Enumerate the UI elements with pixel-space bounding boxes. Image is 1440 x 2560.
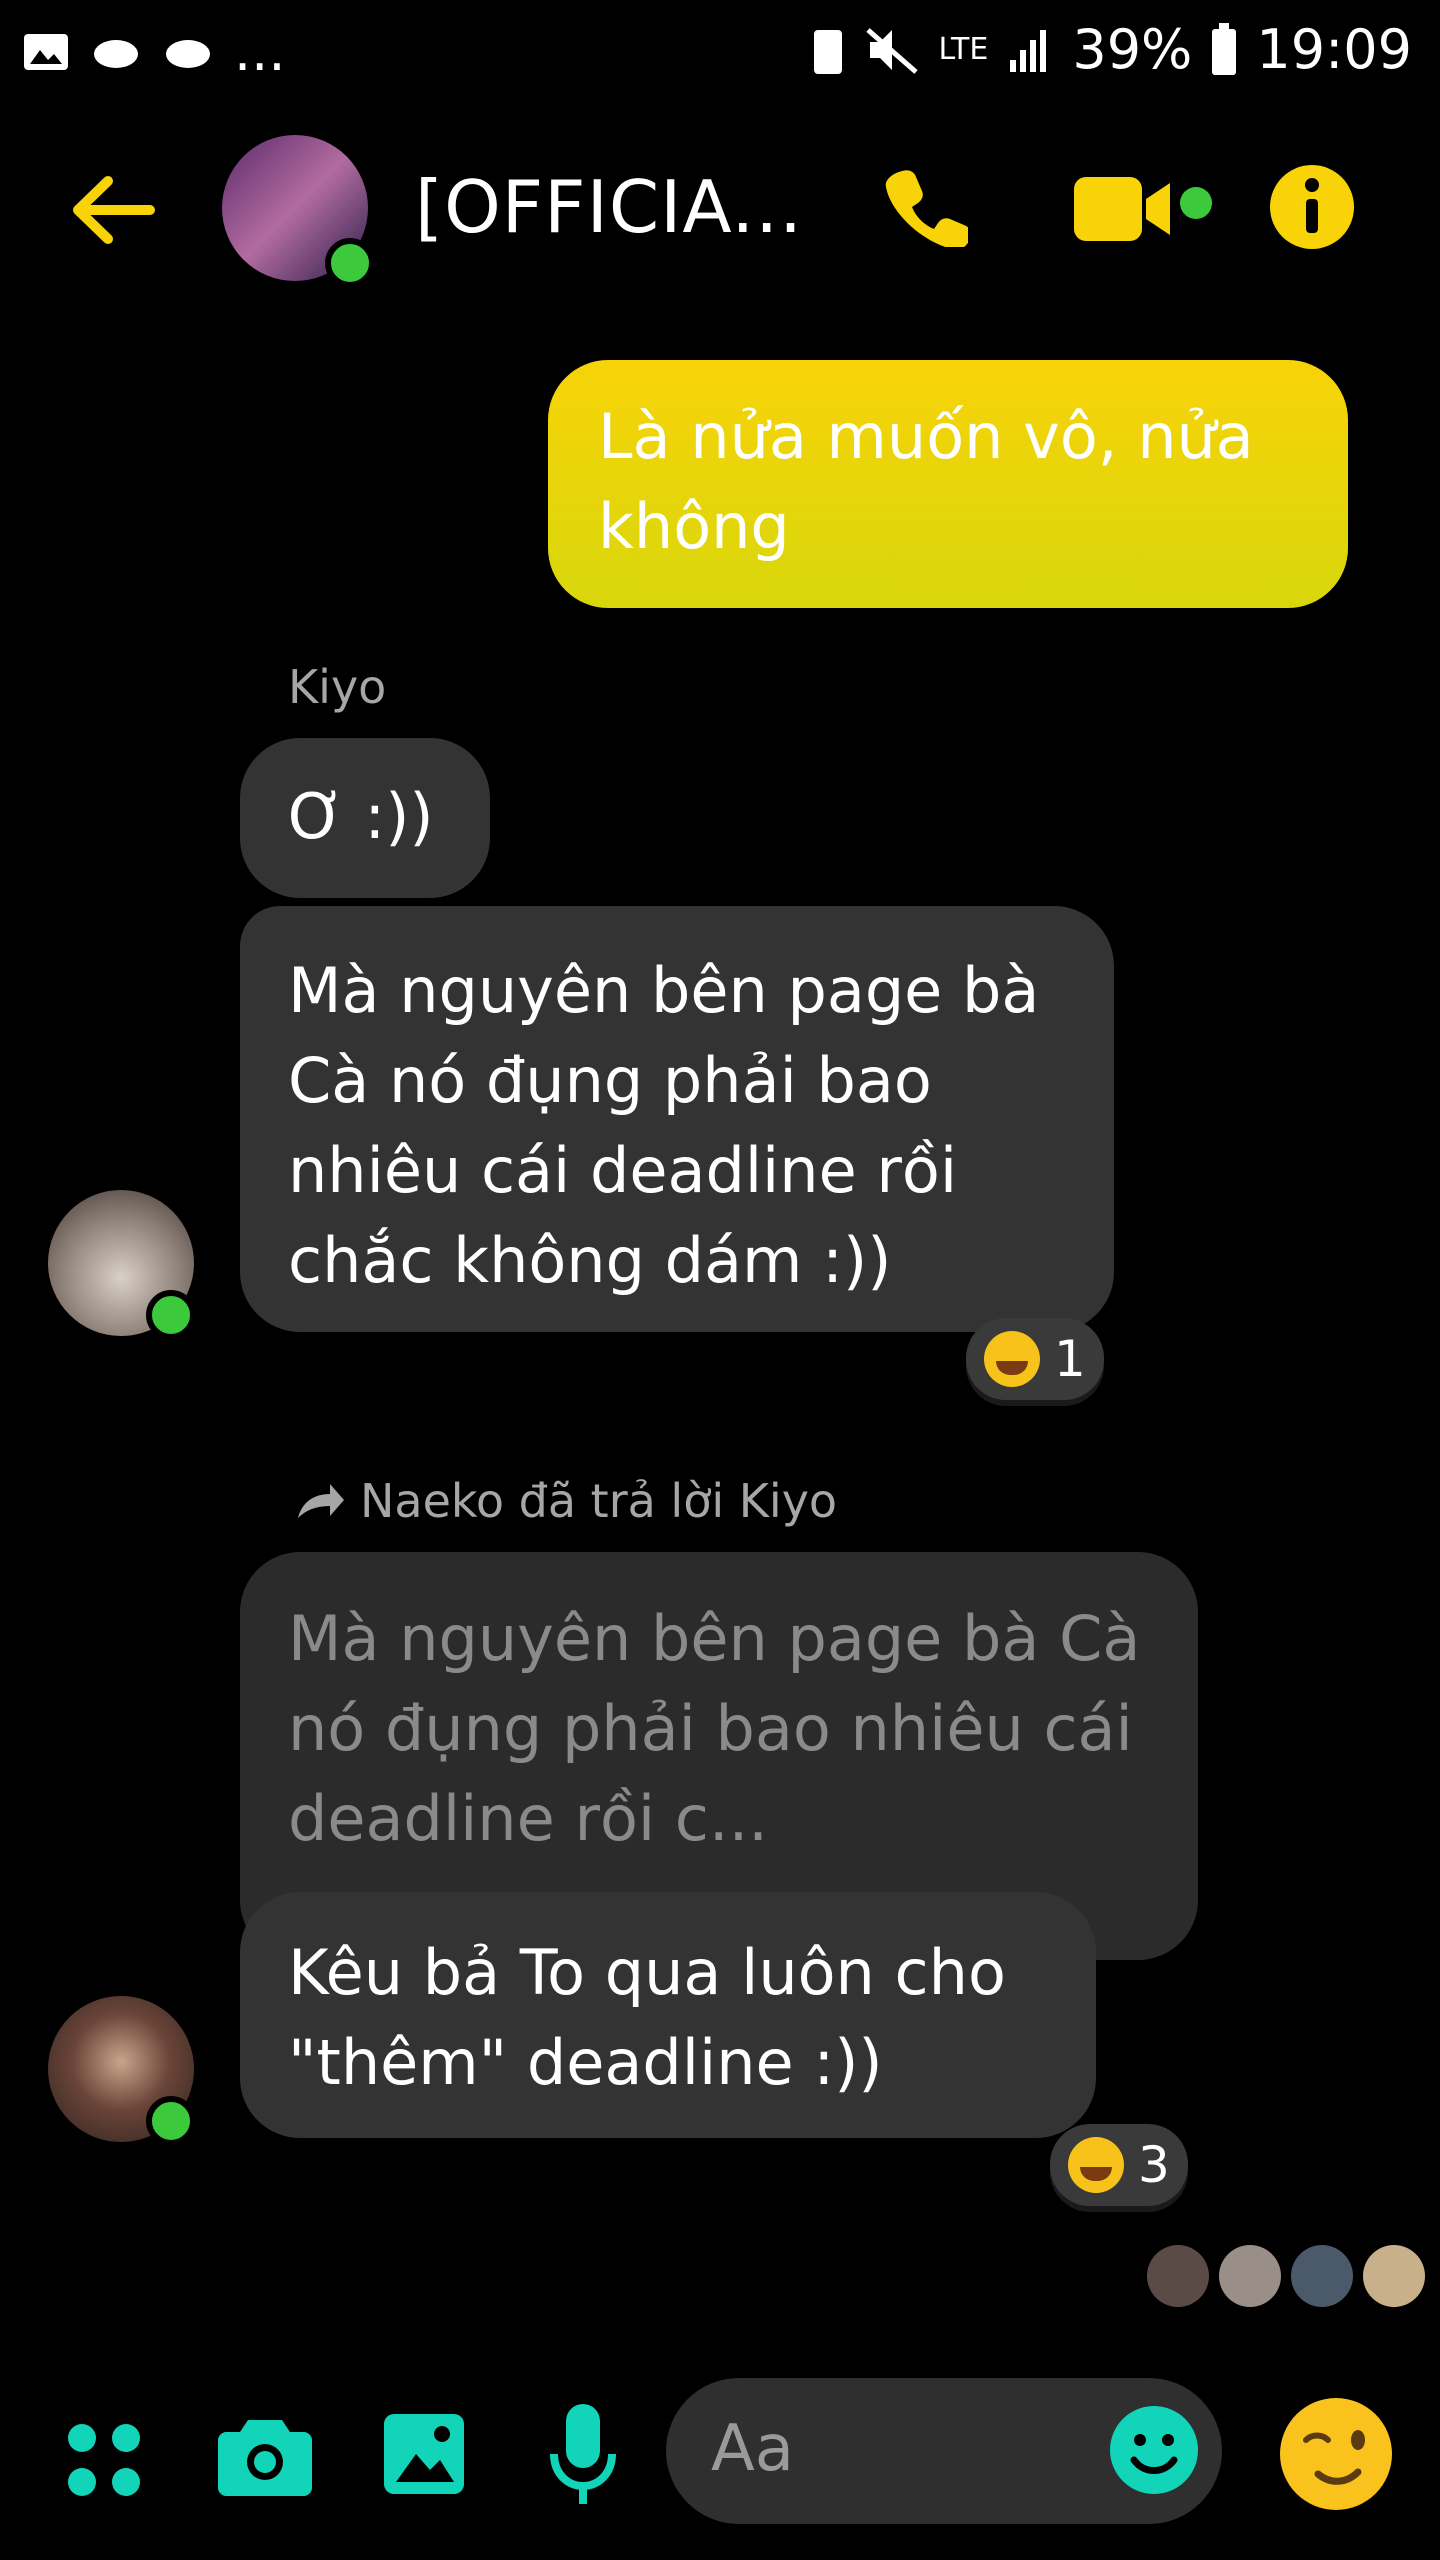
incoming-message[interactable]: Mà nguyên bên page bà Cà nó đụng phải ba… bbox=[240, 906, 1114, 1332]
clock: 19:09 bbox=[1256, 18, 1412, 81]
wink-emoji-icon[interactable] bbox=[1278, 2396, 1394, 2512]
quoted-message-text: Mà nguyên bên page bà Cà nó đụng phải ba… bbox=[288, 1602, 1141, 1855]
reply-note: Naeko đã trả lời Kiyo bbox=[294, 1474, 837, 1528]
image-icon bbox=[24, 33, 68, 70]
avatar bbox=[1363, 2245, 1425, 2307]
network-type: LTE bbox=[938, 32, 989, 67]
sender-name: Kiyo bbox=[288, 660, 387, 714]
incoming-message[interactable]: Kêu bả To qua luôn cho "thêm" deadline :… bbox=[240, 1892, 1096, 2138]
seen-by-avatars bbox=[1147, 2245, 1425, 2307]
back-arrow-icon[interactable] bbox=[68, 175, 156, 245]
battery-percent: 39% bbox=[1072, 18, 1193, 81]
signal-icon bbox=[1010, 29, 1047, 72]
message-text: Kêu bả To qua luôn cho "thêm" deadline :… bbox=[288, 1936, 1006, 2099]
cloud-icon bbox=[166, 39, 210, 68]
avatar bbox=[1291, 2245, 1353, 2307]
info-icon[interactable] bbox=[1268, 163, 1356, 251]
incoming-message[interactable]: Ơ :)) bbox=[240, 738, 490, 898]
mute-icon bbox=[866, 27, 919, 74]
online-indicator bbox=[146, 2096, 196, 2146]
recycle-icon bbox=[814, 29, 843, 74]
avatar bbox=[1219, 2245, 1281, 2307]
message-input-placeholder: Aa bbox=[711, 2412, 794, 2486]
chat-title[interactable]: [OFFICIA... bbox=[415, 165, 803, 249]
video-online-dot bbox=[1180, 187, 1212, 219]
online-indicator bbox=[325, 238, 375, 288]
video-camera-icon[interactable] bbox=[1072, 173, 1172, 245]
camera-icon[interactable] bbox=[218, 2412, 312, 2496]
reply-arrow-icon bbox=[298, 1484, 344, 1518]
message-text: Ơ :)) bbox=[288, 780, 434, 853]
chat-header: [OFFICIA... bbox=[0, 105, 1440, 315]
gallery-icon[interactable] bbox=[382, 2412, 466, 2496]
outgoing-message-text: Là nửa muốn vô, nửa không bbox=[598, 400, 1254, 563]
cloud-icon bbox=[94, 39, 138, 68]
reaction-count: 3 bbox=[1138, 2136, 1170, 2194]
reaction-badge[interactable]: 3 bbox=[1050, 2124, 1188, 2206]
mic-icon[interactable] bbox=[548, 2400, 618, 2510]
message-text: Mà nguyên bên page bà Cà nó đụng phải ba… bbox=[288, 954, 1040, 1297]
status-more: ... bbox=[234, 20, 286, 83]
status-right: LTE 39% 19:09 bbox=[810, 18, 1412, 81]
online-indicator bbox=[146, 1290, 196, 1340]
laughing-emoji-icon bbox=[1068, 2137, 1124, 2193]
apps-icon[interactable] bbox=[64, 2420, 144, 2500]
battery-icon bbox=[1212, 22, 1237, 75]
laughing-emoji-icon bbox=[984, 1331, 1040, 1387]
reaction-count: 1 bbox=[1054, 1330, 1086, 1388]
phone-icon[interactable] bbox=[884, 163, 968, 247]
avatar bbox=[1147, 2245, 1209, 2307]
status-left: ... bbox=[22, 20, 286, 83]
reaction-badge[interactable]: 1 bbox=[966, 1318, 1104, 1400]
smile-icon[interactable] bbox=[1108, 2404, 1200, 2496]
message-input[interactable]: Aa bbox=[666, 2378, 1222, 2524]
outgoing-message[interactable]: Là nửa muốn vô, nửa không bbox=[548, 360, 1348, 608]
reply-note-text: Naeko đã trả lời Kiyo bbox=[360, 1474, 838, 1528]
status-bar: ... LTE 39% 19:09 bbox=[0, 0, 1440, 105]
